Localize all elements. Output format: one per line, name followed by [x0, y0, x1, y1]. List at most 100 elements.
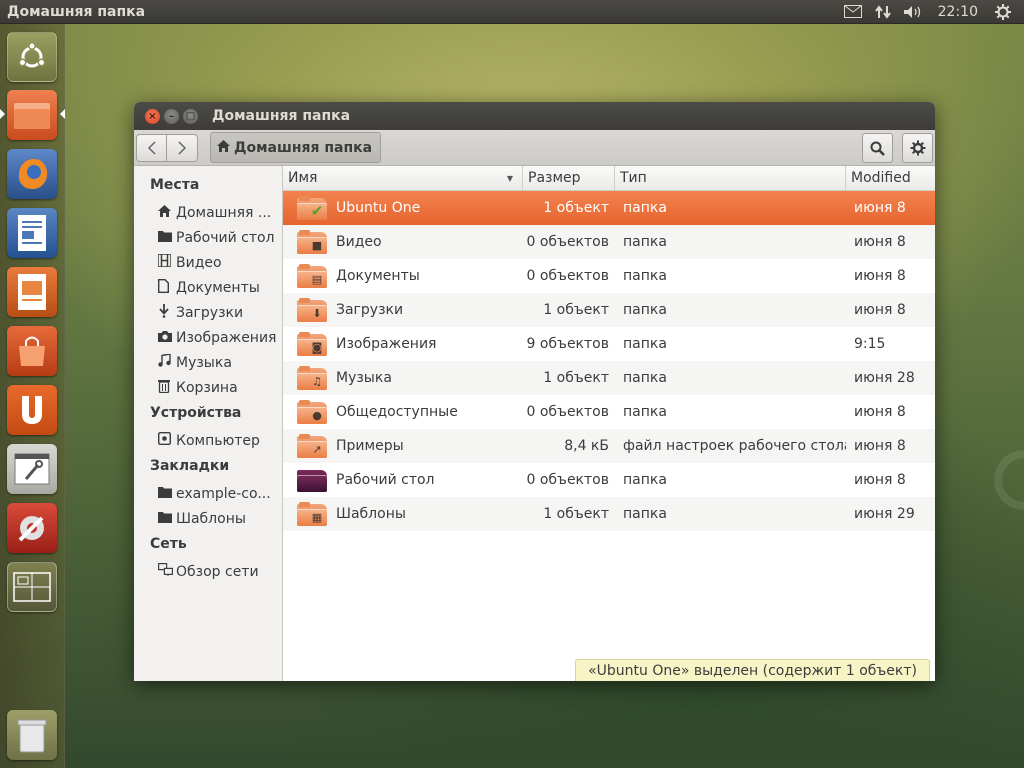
launcher-firefox-button[interactable]	[7, 149, 57, 199]
launcher-system-settings-button[interactable]	[7, 444, 57, 494]
launcher-files-button[interactable]	[7, 90, 57, 140]
file-name-cell: ◙ Изображения	[283, 332, 523, 356]
sidebar-item[interactable]: Обзор сети	[134, 559, 282, 584]
file-name: Примеры	[336, 438, 404, 454]
file-size: 0 объектов	[526, 268, 610, 284]
file-row[interactable]: ▦ Шаблоны 1 объект папка июня 29	[283, 497, 935, 531]
network-updown-icon[interactable]	[868, 0, 898, 24]
file-name: Видео	[336, 234, 382, 250]
sidebar-item[interactable]: Рабочий стол	[134, 225, 282, 250]
settings-button[interactable]	[902, 133, 933, 163]
launcher-trash-button[interactable]	[7, 710, 57, 760]
writer-icon	[18, 215, 46, 251]
sidebar-item-label: Документы	[176, 279, 260, 296]
column-header-type[interactable]: Тип	[615, 166, 846, 190]
file-row[interactable]: ■ Видео 0 объектов папка июня 8	[283, 225, 935, 259]
folder-icon	[158, 511, 176, 527]
chevron-left-icon	[147, 140, 156, 155]
mail-icon[interactable]	[838, 0, 868, 24]
settings-window-icon	[14, 453, 50, 485]
dash-home-button[interactable]	[7, 32, 57, 82]
file-row[interactable]: ● Общедоступные 0 объектов папка июня 8	[283, 395, 935, 429]
forward-button[interactable]	[167, 133, 198, 162]
sidebar-item[interactable]: Домашняя ...	[134, 200, 282, 225]
launcher-ubuntu-one-button[interactable]	[7, 385, 57, 435]
sidebar-item[interactable]: example-co...	[134, 481, 282, 506]
file-name-cell: Рабочий стол	[283, 468, 523, 492]
home-icon	[217, 139, 230, 156]
folder-icon	[14, 103, 50, 129]
file-row[interactable]: ✔ Ubuntu One 1 объект папка июня 8	[283, 191, 935, 225]
file-size: 1 объект	[543, 506, 609, 522]
path-bar-label: Домашняя папка	[234, 139, 373, 156]
download-icon	[158, 303, 176, 322]
ubuntu-logo-icon	[18, 42, 46, 68]
camera-icon	[158, 330, 176, 346]
file-row[interactable]: ▤ Документы 0 объектов папка июня 8	[283, 259, 935, 293]
file-row[interactable]: Рабочий стол 0 объектов папка июня 8	[283, 463, 935, 497]
trash-icon	[17, 719, 47, 753]
volume-icon[interactable]	[898, 0, 928, 24]
window-minimize-button[interactable]: –	[164, 108, 179, 124]
session-gear-icon[interactable]	[988, 0, 1018, 24]
window-maximize-button[interactable]: □	[183, 108, 198, 124]
sidebar-item[interactable]: Компьютер	[134, 428, 282, 453]
launcher-workspace-switcher-button[interactable]	[7, 562, 57, 612]
list-header: Имя ▼ Размер Тип Modified	[283, 166, 935, 191]
sidebar-item-label: Домашняя ...	[176, 204, 272, 221]
search-button[interactable]	[862, 133, 893, 163]
column-header-modified[interactable]: Modified	[846, 166, 935, 190]
launcher-tools-button[interactable]	[7, 503, 57, 553]
file-modified: июня 28	[854, 370, 915, 386]
ubuntu-one-icon	[22, 396, 42, 424]
file-type: папка	[623, 472, 667, 488]
window-titlebar[interactable]: × – □ Домашняя папка	[134, 102, 935, 130]
window-title: Домашняя папка	[212, 108, 351, 124]
sidebar-item[interactable]: Шаблоны	[134, 506, 282, 531]
workspace-icon	[13, 572, 51, 602]
clock[interactable]: 22:10	[928, 4, 988, 20]
path-bar-home-button[interactable]: Домашняя папка	[210, 132, 382, 163]
sidebar-item-label: Корзина	[176, 379, 238, 396]
downloads-folder-icon: ⬇	[297, 298, 327, 322]
launcher-writer-button[interactable]	[7, 208, 57, 258]
file-type: папка	[623, 302, 667, 318]
file-row[interactable]: ⬇ Загрузки 1 объект папка июня 8	[283, 293, 935, 327]
public-folder-icon: ●	[297, 400, 327, 424]
column-header-name[interactable]: Имя ▼	[283, 166, 523, 190]
window-close-button[interactable]: ×	[145, 108, 160, 124]
sort-descending-icon: ▼	[506, 173, 513, 183]
file-name-cell: ♫ Музыка	[283, 366, 523, 390]
chevron-right-icon	[178, 140, 187, 155]
sidebar-item-label: example-co...	[176, 485, 271, 502]
file-row[interactable]: ♫ Музыка 1 объект папка июня 28	[283, 361, 935, 395]
sidebar-item[interactable]: Загрузки	[134, 300, 282, 325]
column-header-size[interactable]: Размер	[523, 166, 615, 190]
file-size: 0 объектов	[526, 472, 610, 488]
sidebar-heading: Места	[150, 177, 200, 193]
file-type: папка	[623, 370, 667, 386]
file-row[interactable]: ↗ Примеры 8,4 кБ файл настроек рабочего сто…	[283, 429, 935, 463]
running-indicator	[0, 109, 5, 119]
file-type: папка	[623, 234, 667, 250]
sidebar-item[interactable]: Музыка	[134, 350, 282, 375]
templates-folder-icon: ▦	[297, 502, 327, 526]
places-sidebar: Места Домашняя ... Рабочий стол Видео Докуме…	[134, 166, 283, 681]
sidebar-item[interactable]: Документы	[134, 275, 282, 300]
sidebar-item-label: Компьютер	[176, 432, 260, 449]
sidebar-item-label: Шаблоны	[176, 510, 246, 527]
back-button[interactable]	[136, 133, 167, 162]
file-name: Документы	[336, 268, 420, 284]
sidebar-item[interactable]: Изображения	[134, 325, 282, 350]
file-name-cell: ⬇ Загрузки	[283, 298, 523, 322]
file-list: Имя ▼ Размер Тип Modified ✔ Ubuntu One 1 о…	[283, 166, 935, 681]
file-row[interactable]: ◙ Изображения 9 объектов папка 9:15	[283, 327, 935, 361]
sidebar-item[interactable]: Видео	[134, 250, 282, 275]
file-size: 0 объектов	[526, 404, 610, 420]
file-name: Рабочий стол	[336, 472, 435, 488]
trash-icon	[158, 379, 176, 397]
sidebar-item[interactable]: Корзина	[134, 375, 282, 400]
launcher-impress-button[interactable]	[7, 267, 57, 317]
launcher-software-center-button[interactable]	[7, 326, 57, 376]
launcher	[0, 24, 65, 768]
